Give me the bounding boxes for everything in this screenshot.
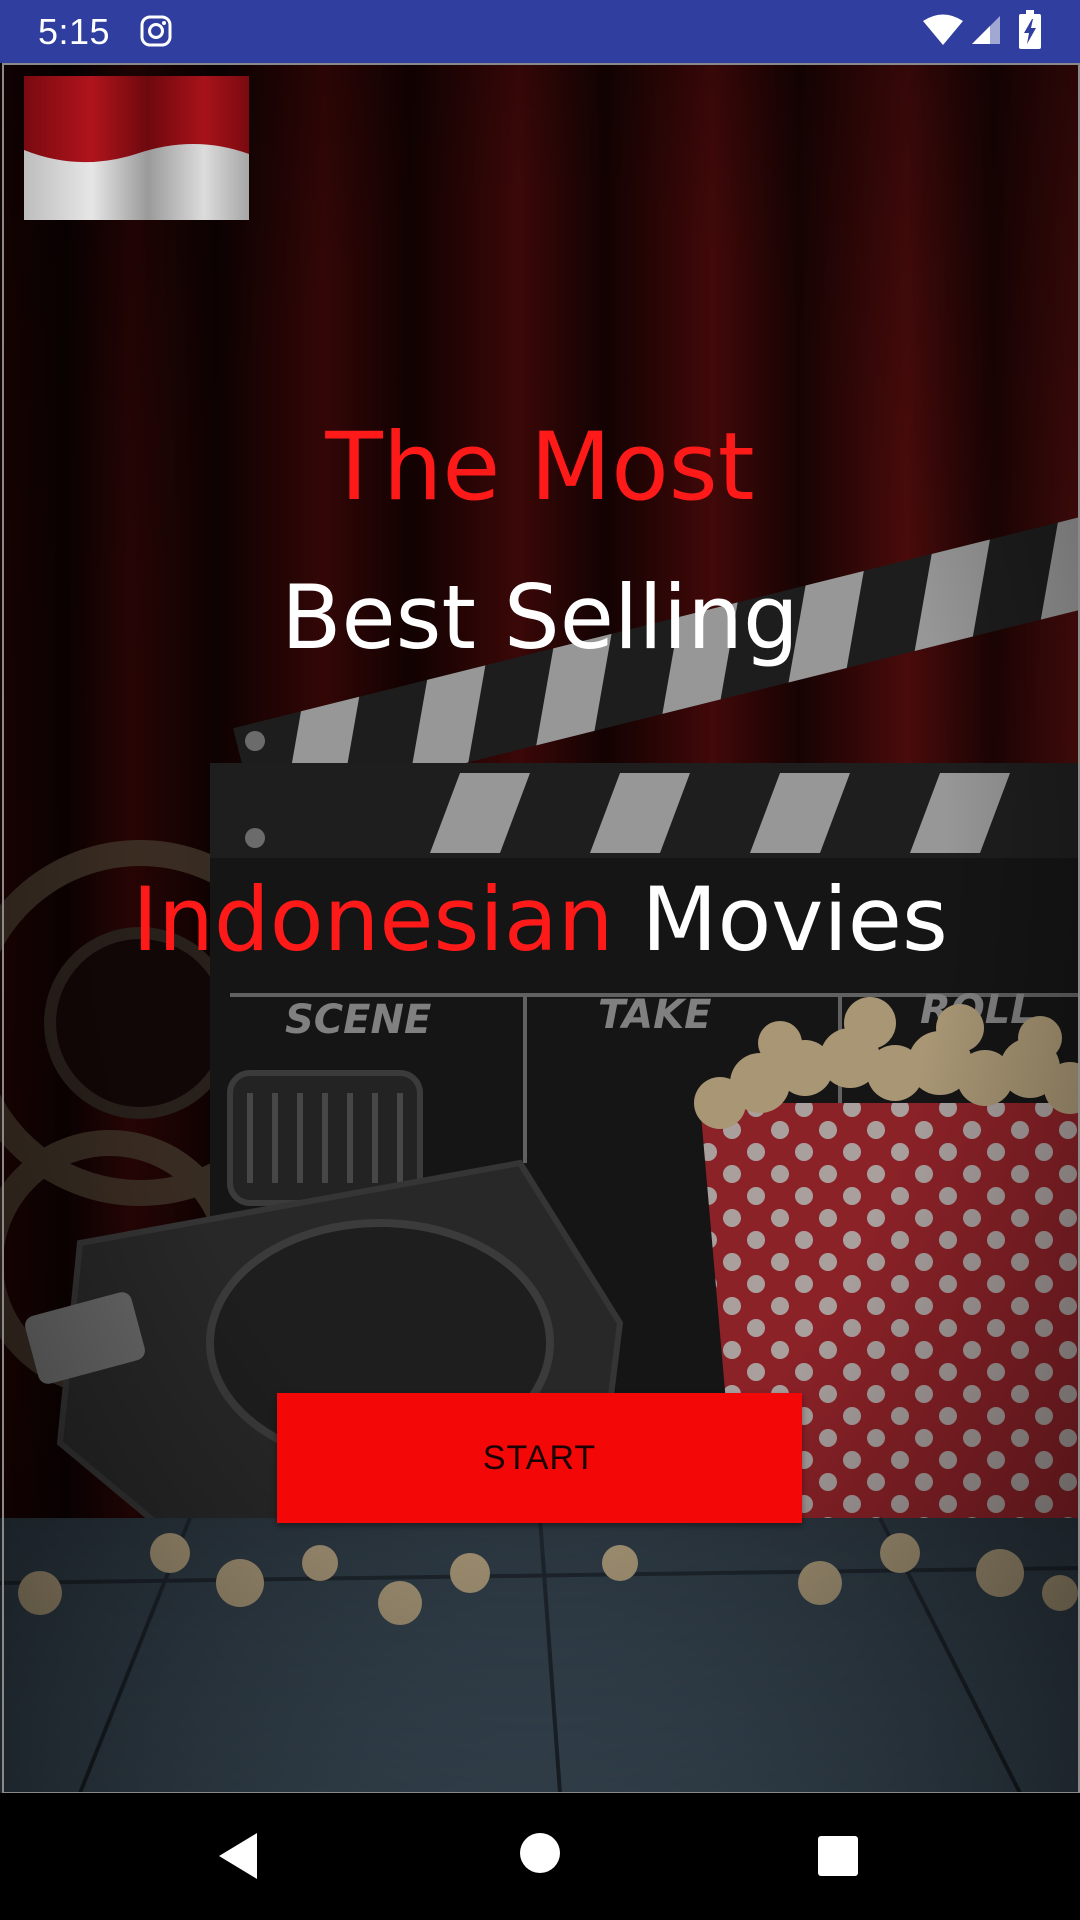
back-icon[interactable]	[215, 1830, 261, 1882]
headline-word-indonesian: Indonesian	[132, 868, 614, 971]
battery-charging-icon	[1019, 10, 1041, 49]
headline-line-2: Best Selling	[281, 566, 799, 669]
indonesia-flag-icon	[24, 76, 249, 220]
status-time: 5:15	[38, 11, 111, 52]
headline-word-movies: Movies	[641, 868, 948, 971]
start-button[interactable]: START	[277, 1393, 802, 1523]
phone-screen: 5:15 The Most Best Selling Indonesian Mo…	[0, 0, 1080, 1920]
wifi-icon	[923, 14, 963, 45]
headline-line-3: Indonesian Movies	[0, 865, 1080, 975]
recents-icon[interactable]	[817, 1835, 859, 1877]
instagram-icon	[140, 15, 172, 47]
signal-icon	[972, 16, 1000, 44]
splash-screen: SCENE TAKE ROLL	[0, 63, 1080, 1793]
status-bar: 5:15	[0, 0, 1080, 63]
home-icon[interactable]	[518, 1831, 562, 1875]
navigation-bar	[0, 1793, 1080, 1920]
headline-line-1: The Most	[325, 413, 755, 522]
